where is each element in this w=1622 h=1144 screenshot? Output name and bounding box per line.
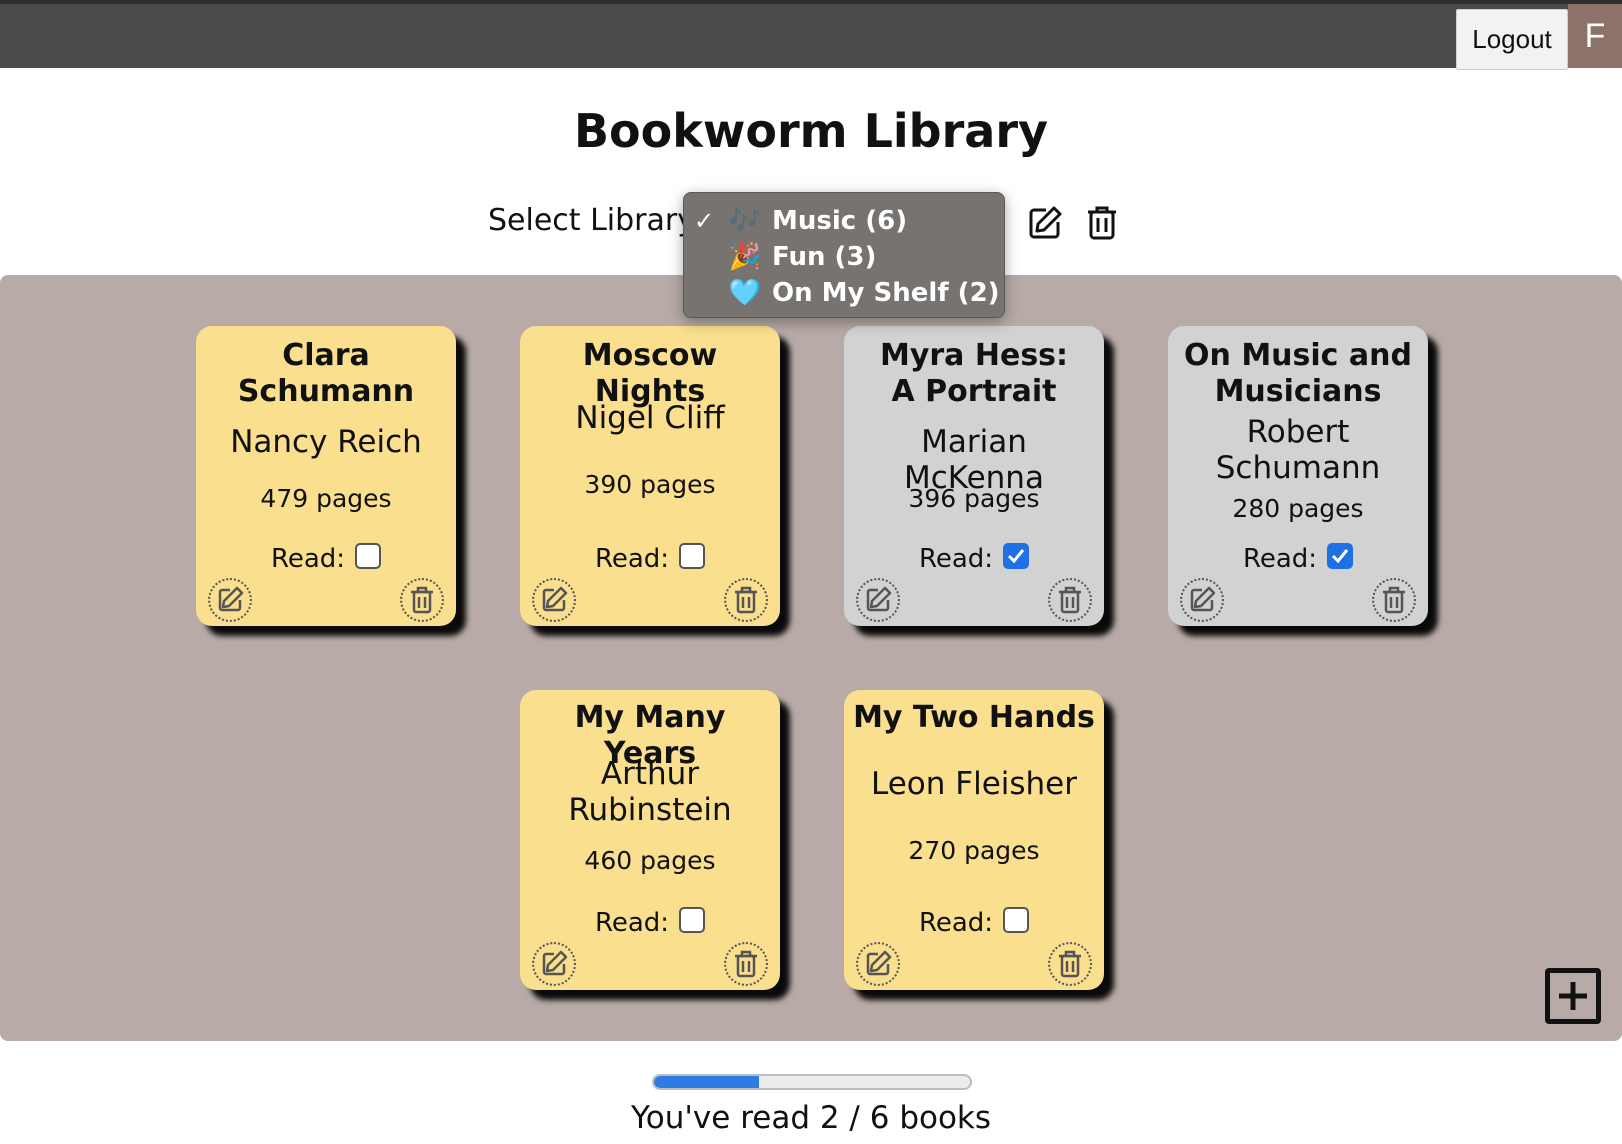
book-card: Myra Hess: A Portrait Marian McKenna 396 p… — [844, 326, 1104, 626]
book-card: My Two Hands Leon Fleisher 270 pages Read: — [844, 690, 1104, 990]
book-author: Robert Schumann — [1215, 414, 1381, 486]
book-title: On Music and Musicians — [1184, 338, 1412, 409]
book-author: Arthur Rubinstein — [568, 756, 732, 828]
read-label: Read: — [594, 908, 670, 938]
add-book-button[interactable] — [1545, 968, 1601, 1024]
read-label: Read: — [1242, 544, 1318, 574]
trash-icon — [733, 586, 759, 614]
read-label: Read: — [594, 544, 670, 574]
book-card: Moscow Nights Nigel Cliff 390 pages Read: — [520, 326, 780, 626]
book-card: On Music and Musicians Robert Schumann 280… — [1168, 326, 1428, 626]
trash-icon — [1381, 586, 1407, 614]
book-pages: 460 pages — [584, 846, 716, 875]
library-dropdown[interactable]: ✓ 🎶 Music (6) 🎉 Fun (3) 🩵 On My Shelf (2) — [683, 192, 1005, 318]
library-emoji-icon: 🩵 — [728, 278, 762, 308]
read-checkbox[interactable] — [679, 907, 706, 933]
book-author: Nigel Cliff — [575, 400, 725, 436]
library-option-label: Music (6) — [772, 206, 908, 236]
book-title: Clara Schumann — [237, 338, 415, 409]
delete-book-button[interactable] — [400, 578, 444, 622]
reading-progress-bar — [652, 1074, 972, 1090]
book-pages: 396 pages — [908, 484, 1040, 513]
edit-book-button[interactable] — [208, 578, 252, 622]
edit-icon — [863, 585, 893, 615]
read-row: Read: — [520, 543, 780, 574]
library-option[interactable]: 🎉 Fun (3) — [684, 239, 1004, 275]
delete-book-button[interactable] — [724, 578, 768, 622]
edit-book-button[interactable] — [532, 578, 576, 622]
read-label: Read: — [918, 908, 994, 938]
progress-fill — [654, 1076, 760, 1088]
check-icon: ✓ — [694, 207, 715, 235]
library-option-label: On My Shelf (2) — [772, 278, 1000, 308]
book-author: Nancy Reich — [230, 424, 422, 460]
read-row: Read: — [844, 543, 1104, 574]
edit-book-button[interactable] — [1180, 578, 1224, 622]
edit-book-button[interactable] — [856, 942, 900, 986]
read-row: Read: — [1168, 543, 1428, 574]
edit-icon — [539, 949, 569, 979]
select-library-label: Select Library — [488, 203, 695, 238]
edit-book-button[interactable] — [532, 942, 576, 986]
book-card: My Many Years Arthur Rubinstein 460 pages R… — [520, 690, 780, 990]
read-checkbox[interactable] — [1003, 543, 1030, 569]
read-checkbox[interactable] — [1003, 907, 1030, 933]
book-pages: 270 pages — [908, 836, 1040, 865]
edit-library-icon[interactable] — [1025, 203, 1065, 243]
plus-icon — [1559, 982, 1587, 1010]
trash-icon — [1057, 950, 1083, 978]
delete-book-button[interactable] — [724, 942, 768, 986]
delete-library-icon[interactable] — [1082, 203, 1122, 243]
delete-book-button[interactable] — [1048, 578, 1092, 622]
trash-icon — [733, 950, 759, 978]
edit-icon — [863, 949, 893, 979]
library-option-label: Fun (3) — [772, 242, 877, 272]
read-row: Read: — [844, 907, 1104, 938]
trash-icon — [1057, 586, 1083, 614]
book-pages: 479 pages — [260, 484, 392, 513]
read-checkbox[interactable] — [679, 543, 706, 569]
avatar[interactable]: F — [1568, 4, 1622, 68]
book-pages: 390 pages — [584, 470, 716, 499]
top-bar: Logout F — [0, 0, 1622, 70]
read-checkbox[interactable] — [355, 543, 382, 569]
edit-icon — [215, 585, 245, 615]
library-option[interactable]: 🩵 On My Shelf (2) — [684, 275, 1004, 311]
trash-icon — [409, 586, 435, 614]
edit-icon — [1187, 585, 1217, 615]
page-title: Bookworm Library — [574, 104, 1048, 158]
read-label: Read: — [270, 544, 346, 574]
logout-button[interactable]: Logout — [1456, 9, 1568, 70]
book-pages: 280 pages — [1232, 494, 1364, 523]
delete-book-button[interactable] — [1048, 942, 1092, 986]
delete-book-button[interactable] — [1372, 578, 1416, 622]
library-emoji-icon: 🎶 — [728, 206, 762, 236]
read-row: Read: — [520, 907, 780, 938]
read-label: Read: — [918, 544, 994, 574]
library-option[interactable]: ✓ 🎶 Music (6) — [684, 203, 1004, 239]
progress-text: You've read 2 / 6 books — [630, 1100, 992, 1136]
edit-book-button[interactable] — [856, 578, 900, 622]
book-title: My Two Hands — [853, 700, 1095, 735]
read-checkbox[interactable] — [1327, 543, 1354, 569]
book-author: Leon Fleisher — [870, 766, 1077, 802]
book-title: Myra Hess: A Portrait — [879, 338, 1069, 409]
book-card: Clara Schumann Nancy Reich 479 pages Read: — [196, 326, 456, 626]
library-emoji-icon: 🎉 — [728, 242, 762, 272]
edit-icon — [539, 585, 569, 615]
read-row: Read: — [196, 543, 456, 574]
